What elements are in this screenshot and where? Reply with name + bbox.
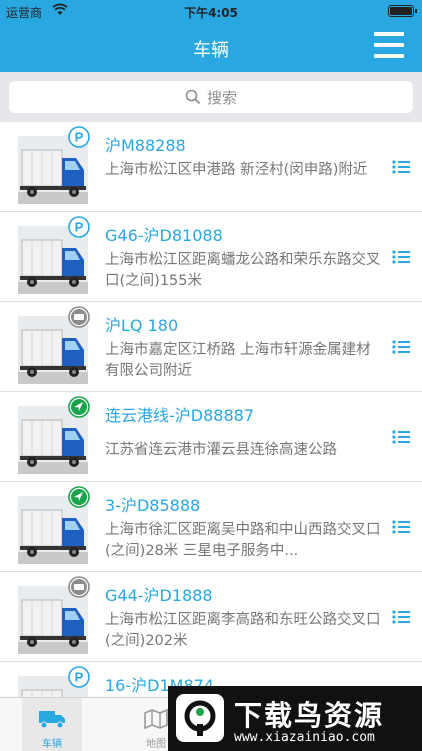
vehicle-address: 上海市嘉定区江桥路 上海市轩源金属建材有限公司附近 bbox=[105, 342, 371, 379]
truck-icon bbox=[39, 711, 65, 729]
vehicle-row[interactable]: P G46-沪D81088 上海市松江区距离蟠龙公路和荣乐东路交叉口(之间)15… bbox=[0, 212, 422, 302]
watermark-logo-icon bbox=[176, 694, 224, 742]
list-detail-icon[interactable] bbox=[392, 520, 410, 534]
parking-icon: P bbox=[68, 126, 90, 148]
watermark-url: www.xiazainiao.com bbox=[234, 730, 375, 745]
vehicle-address: 上海市徐汇区距离吴中路和中山西路交叉口(之间)28米 三星电子服务中... bbox=[105, 522, 381, 559]
list-detail-icon[interactable] bbox=[392, 610, 410, 624]
header-bar: 运营商 下午4:05 车辆 bbox=[0, 0, 422, 72]
list-detail-icon[interactable] bbox=[392, 250, 410, 264]
menu-icon-bar bbox=[374, 43, 404, 47]
page-title: 车辆 bbox=[193, 40, 229, 61]
vehicle-row[interactable]: 连云港线-沪D88887 江苏省连云港市灌云县连徐高速公路 bbox=[0, 392, 422, 482]
search-input[interactable]: 搜索 bbox=[9, 81, 413, 113]
vehicle-row[interactable]: 3-沪D85888 上海市徐汇区距离吴中路和中山西路交叉口(之间)28米 三星电… bbox=[0, 482, 422, 572]
svg-text:P: P bbox=[75, 130, 84, 145]
tab-label: 车辆 bbox=[42, 739, 62, 750]
menu-button[interactable] bbox=[374, 32, 404, 58]
svg-text:P: P bbox=[75, 670, 84, 685]
vehicle-row[interactable]: G44-沪D1888 上海市松江区距离李高路和东旺公路交叉口(之间)202米 bbox=[0, 572, 422, 662]
search-placeholder: 搜索 bbox=[206, 88, 237, 107]
offline-icon bbox=[68, 306, 90, 328]
driving-icon bbox=[68, 396, 90, 418]
svg-text:P: P bbox=[75, 220, 84, 235]
map-icon bbox=[144, 708, 168, 730]
vehicle-plate: G46-沪D81088 bbox=[105, 226, 223, 245]
vehicle-address: 上海市松江区距离蟠龙公路和荣乐东路交叉口(之间)155米 bbox=[105, 252, 381, 289]
vehicle-plate: G44-沪D1888 bbox=[105, 586, 213, 605]
menu-icon-bar bbox=[374, 32, 404, 36]
vehicle-address: 上海市松江区距离李高路和东旺公路交叉口(之间)202米 bbox=[105, 612, 381, 649]
parking-icon: P bbox=[68, 216, 90, 238]
parking-icon: P bbox=[68, 666, 90, 688]
vehicle-plate: 沪LQ 180 bbox=[105, 316, 179, 335]
vehicle-address: 江苏省连云港市灌云县连徐高速公路 bbox=[105, 442, 337, 458]
search-area: 搜索 bbox=[0, 72, 422, 122]
tab-vehicles[interactable]: 车辆 bbox=[22, 698, 82, 751]
driving-icon bbox=[68, 486, 90, 508]
vehicle-row[interactable]: 沪LQ 180 上海市嘉定区江桥路 上海市轩源金属建材有限公司附近 bbox=[0, 302, 422, 392]
list-detail-icon[interactable] bbox=[392, 340, 410, 354]
offline-icon bbox=[68, 576, 90, 598]
watermark-banner: 下载鸟资源 www.xiazainiao.com bbox=[168, 686, 422, 751]
vehicle-row[interactable]: P 沪M88288 上海市松江区申港路 新泾村(闵申路)附近 bbox=[0, 122, 422, 212]
vehicle-plate: 连云港线-沪D88887 bbox=[105, 406, 254, 425]
vehicle-address: 上海市松江区申港路 新泾村(闵申路)附近 bbox=[105, 162, 368, 178]
vehicle-plate: 沪M88288 bbox=[105, 136, 186, 155]
list-detail-icon[interactable] bbox=[392, 430, 410, 444]
search-icon bbox=[185, 89, 201, 105]
status-bar: 运营商 下午4:05 bbox=[0, 0, 422, 22]
list-detail-icon[interactable] bbox=[392, 160, 410, 174]
clock: 下午4:05 bbox=[184, 6, 238, 20]
vehicle-plate: 3-沪D85888 bbox=[105, 496, 201, 515]
watermark-title: 下载鸟资源 bbox=[234, 699, 385, 732]
battery-icon bbox=[388, 5, 417, 17]
menu-icon-bar bbox=[374, 54, 404, 58]
